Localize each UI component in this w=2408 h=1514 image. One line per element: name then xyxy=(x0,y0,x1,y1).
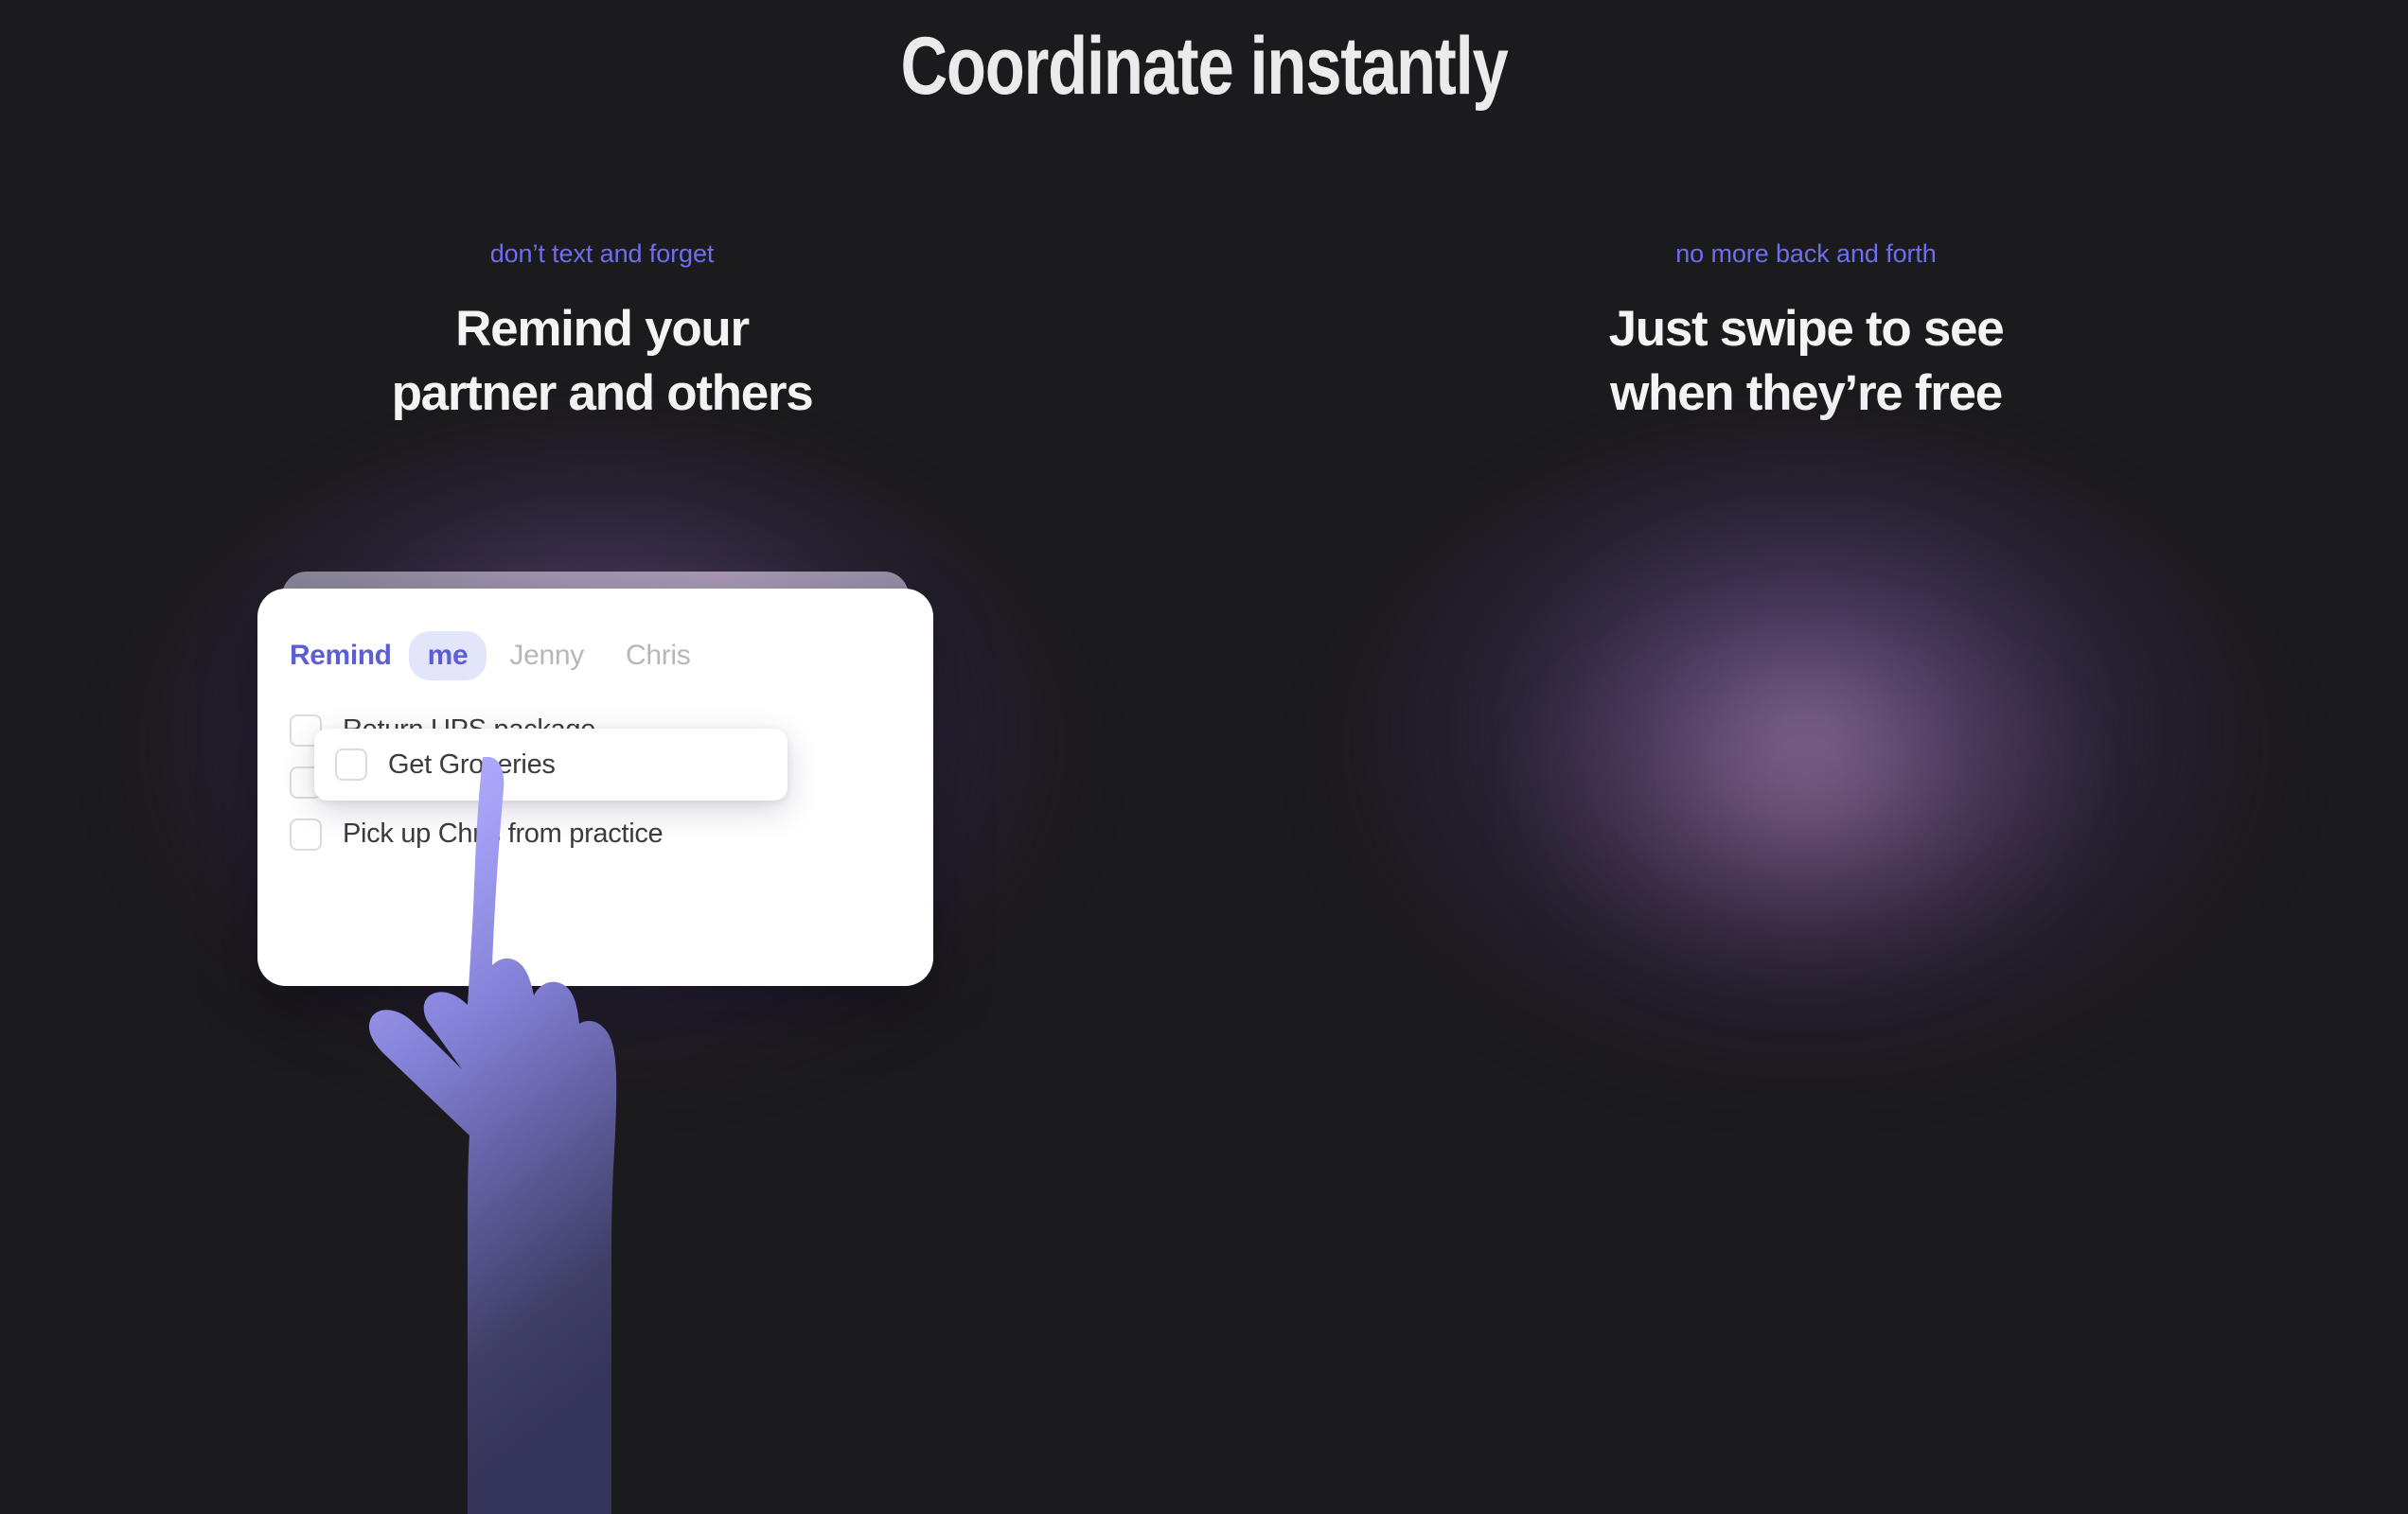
reminder-app-card: Remind me Jenny Chris Return UPS package… xyxy=(257,572,933,986)
right-feature-column: no more back and forth Just swipe to see… xyxy=(1204,0,2408,1514)
recipient-chip-jenny[interactable]: Jenny xyxy=(490,631,603,680)
remind-recipient-row: Remind me Jenny Chris xyxy=(290,631,709,680)
left-headline: Remind your partner and others xyxy=(391,301,814,422)
recipient-chip-me[interactable]: me xyxy=(408,631,487,680)
remind-label: Remind xyxy=(290,640,392,671)
left-feature-column: don’t text and forget Remind your partne… xyxy=(0,0,1204,1514)
page-root: Coordinate instantly don’t text and forg… xyxy=(0,0,2408,1514)
task-checkbox[interactable] xyxy=(290,818,322,851)
left-eyebrow: don’t text and forget xyxy=(489,239,715,268)
right-warm-glow xyxy=(1513,606,2099,1003)
recipient-chip-chris[interactable]: Chris xyxy=(607,631,710,680)
right-purple-glow xyxy=(1323,431,2289,1093)
task-label: Pick up Chris from practice xyxy=(343,819,664,849)
task-checkbox[interactable] xyxy=(335,748,367,781)
right-eyebrow: no more back and forth xyxy=(1675,239,1937,268)
right-headline: Just swipe to see when they’re free xyxy=(1608,301,2005,422)
task-row[interactable]: Pick up Chris from practice xyxy=(290,808,911,860)
dragging-task-card[interactable]: Get Groceries xyxy=(314,729,788,801)
dragging-task-label: Get Groceries xyxy=(388,748,556,780)
reminder-app-screen: Remind me Jenny Chris Return UPS package… xyxy=(257,589,933,986)
